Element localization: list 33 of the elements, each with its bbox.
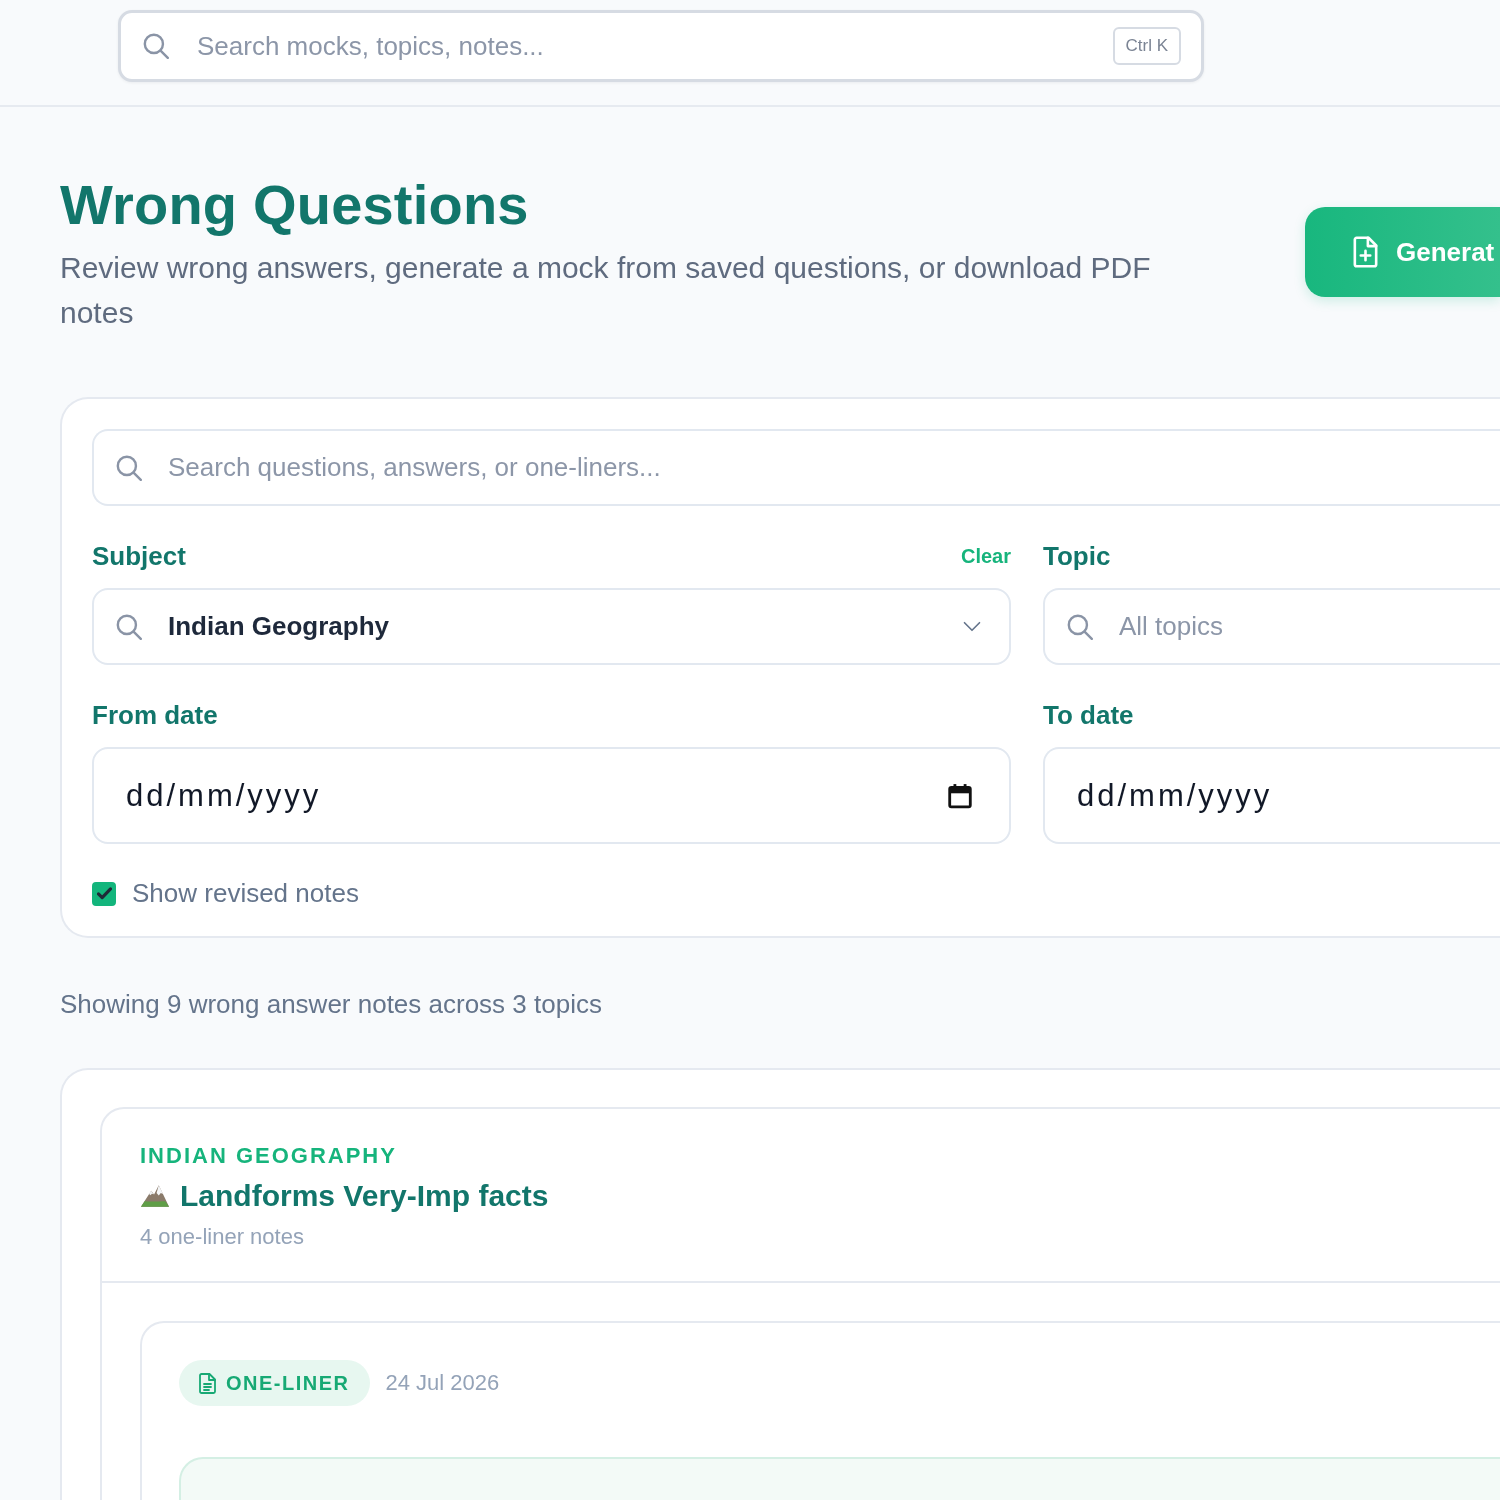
checkbox-label: Show revised notes [132,878,359,909]
topic-title: Landforms Very-Imp facts [180,1178,549,1214]
question-search-field[interactable]: Search questions, answers, or one-liners... [92,429,1500,506]
from-date-field[interactable]: dd/mm/yyyy [92,747,1011,844]
subject-label: Subject [92,540,186,572]
from-date-label: From date [92,699,218,731]
mountain-icon [140,1184,170,1208]
checkbox[interactable] [92,881,116,906]
generate-button[interactable]: Generat [1305,207,1500,297]
subject-select[interactable]: Indian Geography [92,588,1011,665]
note-count: 4 one-liner notes [140,1223,305,1251]
file-plus-icon [1353,236,1378,268]
page-subtitle: Review wrong answers, generate a mock from saved questions, or download PDF notes [60,250,1152,331]
document-icon [199,1372,216,1394]
note-type-label: ONE-LINER [226,1371,350,1395]
results-summary: Showing 9 wrong answer notes across 3 topics [60,988,603,1020]
search-icon [1067,613,1093,640]
shortcut-key: Ctrl K [1112,27,1181,65]
search-icon [116,454,142,481]
chevron-down-icon [963,621,981,632]
topic-category: INDIAN GEOGRAPHY [140,1143,398,1169]
search-icon [116,613,142,640]
topic-select[interactable]: All topics [1043,588,1500,665]
global-search-field[interactable]: Search mocks, topics, notes... Ctrl K [118,10,1204,82]
topic-label: Topic [1043,540,1111,572]
search-icon [143,33,169,59]
calendar-icon [947,782,973,809]
check-icon [96,887,112,900]
clear-link[interactable]: Clear [960,544,1011,568]
page-title: Wrong Questions [60,173,530,237]
to-date-field[interactable]: dd/mm/yyyy [1043,747,1500,844]
note-date: 24 Jul 2026 [385,1370,500,1396]
to-date-label: To date [1043,699,1134,731]
